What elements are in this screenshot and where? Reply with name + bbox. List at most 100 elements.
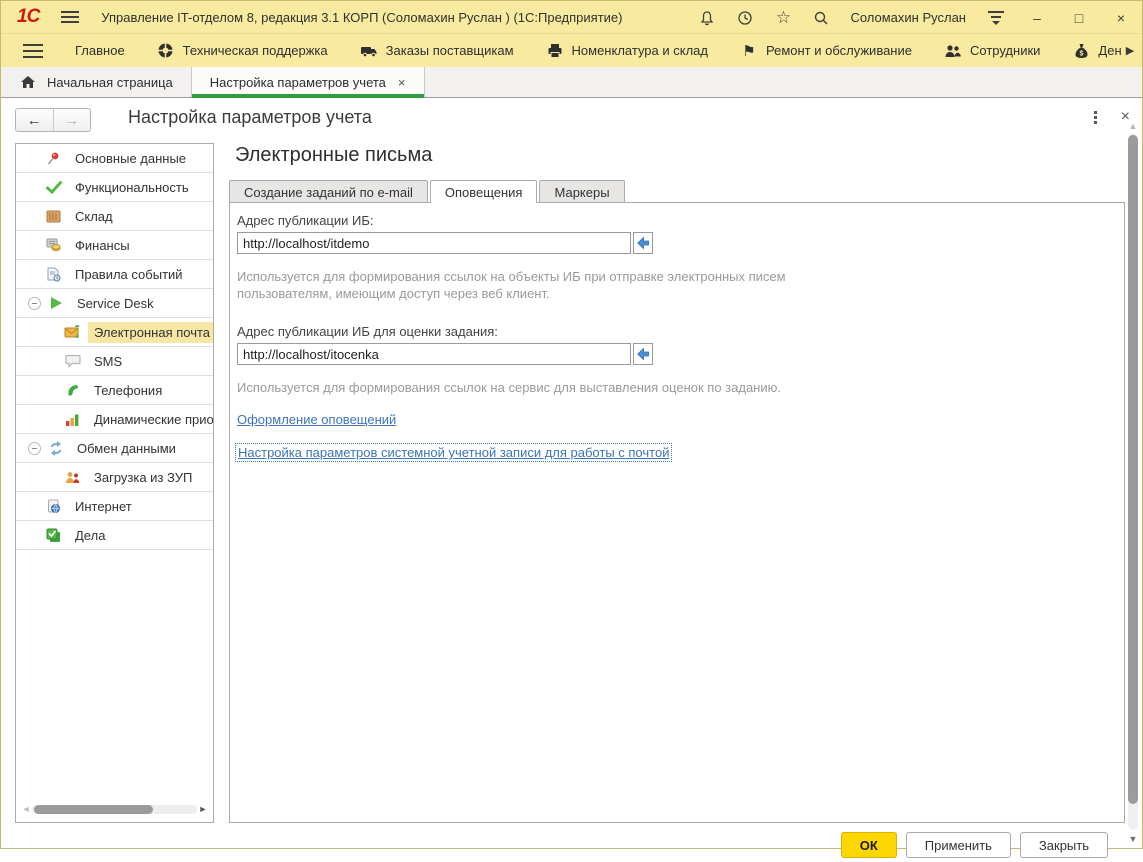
sidebar-item-service-desk[interactable]: Service Desk [16, 289, 213, 318]
blue-arrow-left-icon [637, 237, 649, 249]
sidebar-item-event-rules[interactable]: Правила событий [16, 260, 213, 289]
ok-button[interactable]: ОК [841, 832, 897, 858]
open-windows-tab-bar: Начальная страница Настройка параметров … [1, 67, 1142, 98]
history-nav-buttons: ← → [15, 108, 91, 132]
collapse-icon[interactable] [28, 297, 41, 310]
sidebar-item-email[interactable]: Электронная почта [16, 318, 213, 347]
content-tabs: Создание заданий по e-mail Оповещения Ма… [229, 180, 627, 203]
window-title: Управление IT-отделом 8, редакция 3.1 КО… [101, 10, 622, 25]
scrollbar-thumb[interactable] [1128, 135, 1138, 804]
notification-design-link[interactable]: Оформление оповещений [237, 412, 396, 427]
close-window-button[interactable]: × [1110, 10, 1132, 26]
page-title: Настройка параметров учета [128, 107, 372, 128]
publication-address-hint: Используется для формирования ссылок на … [237, 268, 822, 302]
home-icon [19, 73, 37, 91]
globe-page-icon [45, 498, 62, 515]
lifebuoy-icon [157, 42, 175, 60]
current-user[interactable]: Соломахин Руслан [850, 10, 966, 25]
scroll-up-icon[interactable]: ▲ [1127, 121, 1139, 131]
minimize-button[interactable]: – [1026, 10, 1048, 26]
two-people-icon [64, 469, 81, 486]
tab-home-page[interactable]: Начальная страница [1, 67, 192, 97]
warehouse-box-icon [45, 208, 62, 225]
collapse-icon[interactable] [28, 442, 41, 455]
notifications-tab-panel: Адрес публикации ИБ: Используется для фо… [229, 202, 1125, 823]
forward-button[interactable]: → [54, 109, 91, 131]
maximize-button[interactable]: □ [1068, 10, 1090, 26]
pushpin-icon [45, 150, 62, 167]
sidebar-item-tasks[interactable]: Дела [16, 521, 213, 550]
truck-icon [360, 42, 378, 60]
publication-address-label: Адрес публикации ИБ: [237, 213, 1124, 228]
blue-arrow-left-icon [637, 348, 649, 360]
close-button[interactable]: Закрыть [1020, 832, 1108, 858]
system-mail-account-link[interactable]: Настройка параметров системной учетной з… [235, 443, 672, 462]
people-icon [944, 42, 962, 60]
tab-settings-parameters[interactable]: Настройка параметров учета × [192, 67, 425, 97]
sms-bubble-icon [64, 353, 81, 370]
open-link-button[interactable] [633, 343, 653, 365]
checkered-flag-icon: ⚑ [740, 42, 758, 60]
more-actions-icon[interactable] [1092, 109, 1099, 126]
menu-item-tech-support[interactable]: Техническая поддержка [157, 42, 328, 60]
document-clock-icon [45, 266, 62, 283]
content-heading: Электронные письма [235, 144, 432, 167]
menu-item-employees[interactable]: Сотрудники [944, 42, 1040, 60]
sidebar-item-sms[interactable]: SMS [16, 347, 213, 376]
tab-notifications[interactable]: Оповещения [430, 180, 538, 203]
form-header: ← → Настройка параметров учета × [1, 98, 1142, 142]
title-bar: 1С Управление IT-отделом 8, редакция 3.1… [1, 1, 1142, 34]
sidebar-item-warehouse[interactable]: Склад [16, 202, 213, 231]
1c-logo: 1С [17, 6, 39, 28]
sidebar-item-finance[interactable]: Финансы [16, 231, 213, 260]
bell-icon[interactable] [698, 9, 716, 27]
sync-arrows-icon [47, 440, 64, 457]
publication-address-input[interactable] [237, 232, 631, 254]
menu-item-supplier-orders[interactable]: Заказы поставщикам [360, 42, 514, 60]
green-check-icon [45, 179, 62, 196]
star-icon[interactable]: ☆ [774, 9, 792, 27]
finance-coins-icon [45, 237, 62, 254]
view-settings-icon[interactable] [986, 11, 1006, 25]
sidebar-item-data-exchange[interactable]: Обмен данными [16, 434, 213, 463]
close-tab-icon[interactable]: × [398, 75, 406, 90]
printer-icon [546, 42, 564, 60]
scroll-right-icon[interactable]: ► [197, 804, 209, 814]
sidebar-item-telephony[interactable]: Телефония [16, 376, 213, 405]
open-link-button[interactable] [633, 232, 653, 254]
menu-overflow-arrow[interactable]: ▶ [1122, 34, 1138, 67]
sidebar-item-main-data[interactable]: Основные данные [16, 144, 213, 173]
sidebar-item-zup-import[interactable]: Загрузка из ЗУП [16, 463, 213, 492]
functions-menu-icon[interactable] [23, 44, 43, 58]
svg-text:$: $ [1079, 50, 1083, 57]
phone-icon [64, 382, 81, 399]
apply-button[interactable]: Применить [906, 832, 1011, 858]
history-icon[interactable] [736, 9, 754, 27]
sidebar-item-functionality[interactable]: Функциональность [16, 173, 213, 202]
task-check-icon [45, 527, 62, 544]
scroll-left-icon[interactable]: ◄ [20, 804, 32, 814]
rating-address-label: Адрес публикации ИБ для оценки задания: [237, 324, 1124, 339]
sidebar-item-dynamic-priorities[interactable]: Динамические приор [16, 405, 213, 434]
money-bag-icon: $ [1072, 42, 1090, 60]
rating-address-hint: Используется для формирования ссылок на … [237, 379, 822, 396]
play-icon [47, 295, 64, 312]
sections-menu-bar: Главное Техническая поддержка Заказы пос… [1, 34, 1142, 67]
search-icon[interactable] [812, 9, 830, 27]
tab-email-task-creation[interactable]: Создание заданий по e-mail [229, 180, 428, 203]
main-vertical-scrollbar[interactable]: ▲ ▼ [1127, 121, 1139, 848]
bar-chart-icon [64, 411, 81, 428]
form-footer: ОК Применить Закрыть [1, 832, 1129, 862]
rating-address-input[interactable] [237, 343, 631, 365]
main-menu-icon[interactable] [61, 11, 79, 23]
sidebar-horizontal-scrollbar[interactable]: ◄ ► [20, 803, 209, 815]
settings-sections-panel: Основные данные Функциональность Склад Ф… [15, 143, 214, 823]
menu-item-main[interactable]: Главное [75, 43, 125, 58]
mail-icon [64, 324, 81, 341]
tab-markers[interactable]: Маркеры [539, 180, 624, 203]
menu-item-nomenclature-warehouse[interactable]: Номенклатура и склад [546, 42, 708, 60]
sidebar-item-internet[interactable]: Интернет [16, 492, 213, 521]
back-button[interactable]: ← [16, 109, 54, 131]
menu-item-repair-service[interactable]: ⚑ Ремонт и обслуживание [740, 42, 912, 60]
scrollbar-thumb[interactable] [34, 805, 153, 814]
